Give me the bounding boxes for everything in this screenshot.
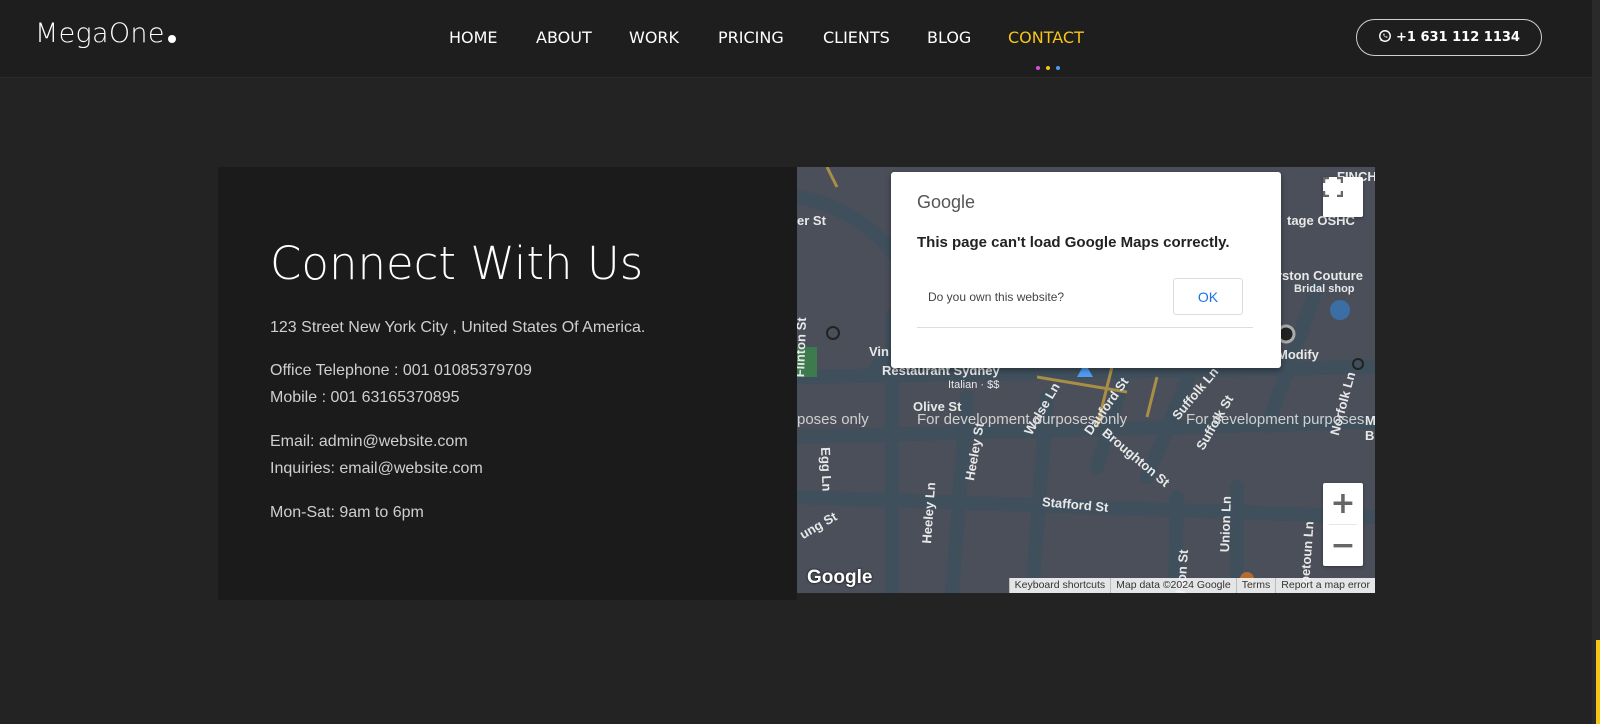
map-dev-watermark: For development purposes xyxy=(1186,411,1365,428)
dialog-ok-button[interactable]: OK xyxy=(1173,278,1243,315)
google-map-logo[interactable]: Google xyxy=(807,567,872,589)
map-dev-watermark: poses only xyxy=(797,411,869,428)
nav-work[interactable]: WORK xyxy=(629,28,679,47)
contact-title: Connect With Us xyxy=(270,237,644,290)
dialog-question-link[interactable]: Do you own this website? xyxy=(928,290,1064,304)
terms-link[interactable]: Terms xyxy=(1235,578,1276,593)
map-label: Bridal shop xyxy=(1294,283,1355,295)
page-scrollbar[interactable] xyxy=(1592,0,1600,724)
map-label: Italian · $$ xyxy=(948,379,1000,391)
map-label: rston Couture xyxy=(1277,268,1363,283)
site-header: MegaOne HOME ABOUT WORK PRICING CLIENTS … xyxy=(0,0,1592,78)
contact-inquiries: Inquiries: email@website.com xyxy=(270,460,483,477)
whatsapp-icon xyxy=(1378,29,1392,47)
map-label: Mc Bl xyxy=(1365,413,1375,443)
contact-hours: Mon-Sat: 9am to 6pm xyxy=(270,504,424,521)
scrollbar-thumb[interactable] xyxy=(1596,640,1600,724)
map-label: Vin xyxy=(869,344,889,359)
phone-button[interactable]: +1 631 112 1134 xyxy=(1356,19,1542,56)
fullscreen-button[interactable] xyxy=(1323,177,1363,217)
map-label: Flinton St xyxy=(797,317,810,378)
map-label: Modify xyxy=(1277,347,1319,362)
indicator-dot xyxy=(1036,66,1040,70)
phone-number: +1 631 112 1134 xyxy=(1396,30,1520,45)
contact-info-card: Connect With Us 123 Street New York City… xyxy=(218,167,797,600)
nav-clients[interactable]: CLIENTS xyxy=(823,28,890,47)
indicator-dot xyxy=(1056,66,1060,70)
nav-about[interactable]: ABOUT xyxy=(536,28,592,47)
map-dev-watermark: For development purposes only xyxy=(917,411,1128,428)
contact-office-phone: Office Telephone : 001 01085379709 xyxy=(270,362,532,379)
main-nav: HOME ABOUT WORK PRICING CLIENTS BLOG CON… xyxy=(0,0,1592,77)
map-data-text: Map data ©2024 Google xyxy=(1110,578,1236,593)
contact-address: 123 Street New York City , United States… xyxy=(270,319,646,336)
nav-contact[interactable]: CONTACT xyxy=(1008,28,1084,47)
zoom-control: + − xyxy=(1323,483,1363,566)
google-map[interactable]: FINCH Syd tage OSHC rston Couture Bridal… xyxy=(797,167,1375,593)
nav-pricing[interactable]: PRICING xyxy=(718,28,784,47)
map-label: Union Ln xyxy=(1217,495,1234,553)
contact-mobile: Mobile : 001 63165370895 xyxy=(270,389,460,406)
map-label: er St xyxy=(797,213,826,228)
map-footer: Keyboard shortcuts Map data ©2024 Google… xyxy=(1008,578,1375,593)
map-error-dialog: Google This page can't load Google Maps … xyxy=(891,172,1281,368)
map-label: Egg Ln xyxy=(818,447,835,492)
keyboard-shortcuts-link[interactable]: Keyboard shortcuts xyxy=(1008,578,1111,593)
contact-email: Email: admin@website.com xyxy=(270,433,468,450)
dialog-google-logo: Google xyxy=(917,192,976,212)
active-nav-indicator xyxy=(1036,57,1066,75)
dialog-message: This page can't load Google Maps correct… xyxy=(917,234,1230,251)
zoom-out-button[interactable]: − xyxy=(1323,525,1363,566)
dialog-divider xyxy=(917,327,1253,328)
report-error-link[interactable]: Report a map error xyxy=(1275,578,1375,593)
indicator-dot xyxy=(1046,66,1050,70)
nav-home[interactable]: HOME xyxy=(449,28,498,47)
zoom-in-button[interactable]: + xyxy=(1323,483,1363,524)
nav-blog[interactable]: BLOG xyxy=(927,28,971,47)
